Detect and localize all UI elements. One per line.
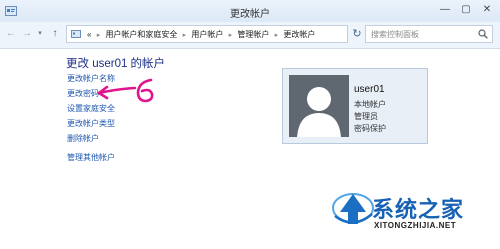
account-protection: 密码保护 [354, 124, 386, 133]
back-arrow-icon[interactable]: ← [4, 27, 18, 41]
account-card: user01 本地帐户 管理员 密码保护 [282, 68, 428, 144]
control-panel-small-icon [71, 30, 81, 38]
account-role: 管理员 [354, 112, 378, 121]
page-title: 更改 user01 的帐户 [66, 58, 166, 70]
breadcrumb-overflow[interactable]: « [87, 30, 91, 39]
up-arrow-icon[interactable]: ↑ [48, 27, 62, 41]
breadcrumb-item[interactable]: 用户帐户 [191, 30, 223, 39]
maximize-button[interactable]: ▢ [458, 3, 474, 17]
search-icon[interactable] [478, 29, 488, 39]
chevron-right-icon: ▸ [182, 32, 187, 39]
watermark-logo-icon [332, 193, 374, 224]
minimize-button[interactable]: — [437, 3, 453, 17]
watermark-text: 系统之家 [372, 198, 465, 223]
search-input[interactable]: 搜索控制面板 [371, 29, 419, 40]
watermark-url: XITONGZHIJIA.NET [374, 221, 457, 230]
chevron-right-icon: ▸ [96, 32, 101, 39]
refresh-icon[interactable]: ↻ [350, 25, 364, 43]
delete-account-link[interactable]: 删除帐户 [67, 133, 99, 144]
forward-arrow-icon[interactable]: → [20, 27, 34, 41]
address-bar[interactable]: « ▸ 用户帐户和家庭安全 ▸ 用户帐户 ▸ 管理帐户 ▸ 更改帐户 ▾ [66, 25, 407, 43]
breadcrumb-item[interactable]: 用户帐户和家庭安全 [105, 30, 177, 39]
breadcrumb-item[interactable]: 管理帐户 [237, 30, 269, 39]
search-box[interactable]: 搜索控制面板 [365, 25, 493, 43]
manage-other-accounts-link[interactable]: 管理其他帐户 [67, 152, 115, 163]
user-avatar-icon [289, 75, 349, 137]
annotation-arrow [97, 78, 154, 103]
chevron-right-icon: ▸ [228, 32, 233, 39]
change-account-type-link[interactable]: 更改帐户类型 [67, 118, 115, 129]
recent-pages-chevron-icon[interactable]: ▾ [36, 27, 44, 41]
navigation-bar: ← → ▾ ↑ « ▸ 用户帐户和家庭安全 ▸ 用户帐户 ▸ 管理帐户 ▸ 更改… [0, 22, 500, 49]
breadcrumb-item[interactable]: 更改帐户 [283, 30, 315, 39]
window-title: 更改帐户 [230, 9, 270, 20]
close-button[interactable]: ✕ [479, 3, 495, 17]
title-bar: 更改帐户 — ▢ ✕ [0, 0, 500, 22]
breadcrumb: « ▸ 用户帐户和家庭安全 ▸ 用户帐户 ▸ 管理帐户 ▸ 更改帐户 [87, 29, 315, 40]
account-type: 本地帐户 [354, 100, 386, 109]
account-name: user01 [354, 84, 385, 95]
chevron-right-icon: ▸ [274, 32, 279, 39]
